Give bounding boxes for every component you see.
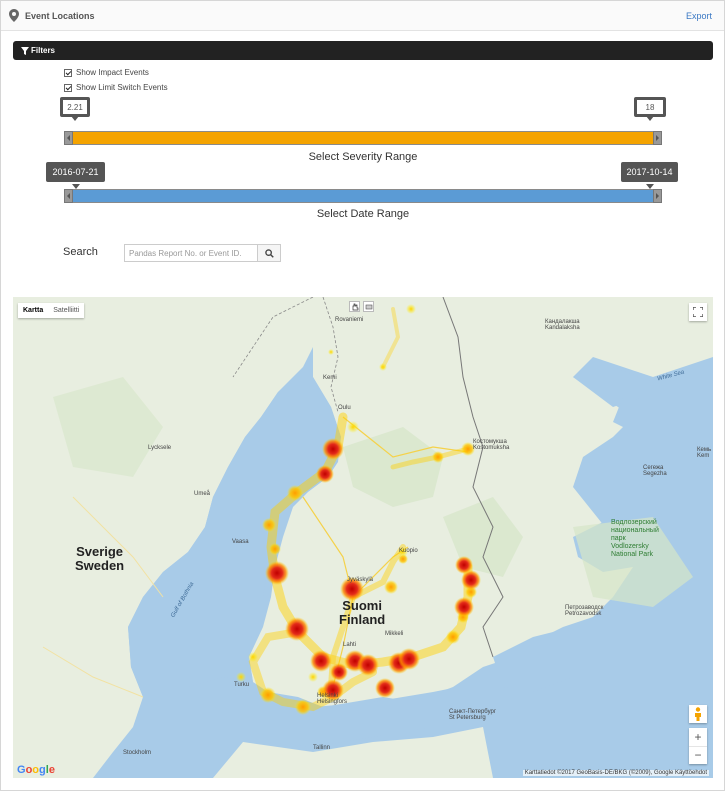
severity-min-tooltip: 2.21 xyxy=(60,97,90,121)
label-kemi: Kemi xyxy=(323,375,337,381)
label-rovaniemi: Rovaniemi xyxy=(335,317,364,323)
label-turku: Turku xyxy=(234,682,250,688)
event-map[interactable]: Sverige Sweden Suomi Finland Водлозерски… xyxy=(13,297,713,778)
show-limit-switch-checkbox[interactable] xyxy=(64,83,72,92)
label-stockholm: Stockholm xyxy=(123,750,152,756)
map-type-satellite-button[interactable]: Satelliitti xyxy=(48,303,84,318)
label-finland: Suomi Finland xyxy=(339,598,386,627)
google-logo: Google xyxy=(17,764,55,776)
filters-toggle[interactable]: Filters xyxy=(13,41,713,60)
export-link[interactable]: Export xyxy=(686,11,712,21)
filter-icon xyxy=(21,46,29,55)
map-type-control: Kartta Satelliitti xyxy=(18,303,85,318)
street-view-button[interactable] xyxy=(689,705,707,723)
show-limit-switch-label: Show Limit Switch Events xyxy=(76,83,168,92)
label-segezha: Сегежа Segezha xyxy=(643,465,667,477)
label-kem: Кемь Kem xyxy=(697,447,712,459)
show-limit-switch-option[interactable]: Show Limit Switch Events xyxy=(64,83,168,92)
map-type-map-button[interactable]: Kartta xyxy=(18,303,48,318)
date-caption: Select Date Range xyxy=(316,208,410,220)
map-base xyxy=(13,297,713,778)
date-min-handle[interactable] xyxy=(64,189,73,203)
map-pin-icon xyxy=(9,9,19,22)
label-vodlozersky-park: Водлозерский национальный парк Vodlozers… xyxy=(611,519,659,558)
label-kuopio: Kuopio xyxy=(399,548,418,554)
date-range-slider[interactable] xyxy=(64,189,662,203)
severity-caption: Select Severity Range xyxy=(308,151,418,163)
date-min-tooltip: 2016-07-21 xyxy=(46,162,105,189)
label-kandalaksha: Кандалакша Kandalaksha xyxy=(545,319,580,331)
label-tallinn: Tallinn xyxy=(313,745,331,751)
drawing-tools xyxy=(349,301,374,312)
label-oulu: Oulu xyxy=(338,405,351,411)
label-lycksele: Lycksele xyxy=(148,445,172,451)
label-kostomuksha: Костомукша Kostomuksha xyxy=(473,439,510,451)
hand-pan-icon[interactable] xyxy=(349,301,360,312)
severity-range-slider[interactable] xyxy=(64,131,662,145)
event-locations-panel: Event Locations Export Filters Show Impa… xyxy=(0,0,725,791)
label-umea: Umeå xyxy=(194,491,211,497)
filters-label: Filters xyxy=(31,46,56,55)
label-petrozavodsk: Петрозаводск Petrozavodsk xyxy=(565,605,604,617)
label-sweden: Sverige Sweden xyxy=(75,544,125,573)
show-impact-events-label: Show Impact Events xyxy=(76,68,149,77)
show-impact-events-option[interactable]: Show Impact Events xyxy=(64,68,149,77)
pegman-icon xyxy=(695,707,701,721)
date-max-tooltip: 2017-10-14 xyxy=(621,162,678,189)
zoom-out-button[interactable]: − xyxy=(689,747,707,765)
zoom-in-button[interactable]: + xyxy=(689,728,707,747)
panel-title: Event Locations xyxy=(25,10,95,21)
severity-min-handle[interactable] xyxy=(64,131,73,145)
fullscreen-button[interactable] xyxy=(689,303,707,321)
search-label: Search xyxy=(63,246,98,258)
severity-max-handle[interactable] xyxy=(653,131,662,145)
search-button[interactable] xyxy=(257,244,281,262)
map-attribution[interactable]: Karttatiedot ©2017 GeoBasis-DE/BKG (©200… xyxy=(522,770,709,776)
label-vaasa: Vaasa xyxy=(232,539,249,545)
panel-header: Event Locations Export xyxy=(1,1,724,31)
label-mikkeli: Mikkeli xyxy=(385,631,404,637)
search-icon xyxy=(264,248,274,258)
label-st-petersburg: Санкт-Петербург St Petersburg xyxy=(449,709,497,721)
fullscreen-icon xyxy=(693,307,703,317)
label-lahti: Lahti xyxy=(343,642,357,648)
show-impact-events-checkbox[interactable] xyxy=(64,68,72,77)
label-helsinki: Helsinki Helsingfors xyxy=(317,693,348,705)
search-input[interactable] xyxy=(124,244,258,262)
rectangle-select-icon[interactable] xyxy=(363,301,374,312)
zoom-control: + − xyxy=(689,728,707,764)
severity-max-tooltip: 18 xyxy=(634,97,666,121)
label-jyvaskyla: Jyväskylä xyxy=(347,577,374,583)
date-max-handle[interactable] xyxy=(653,189,662,203)
